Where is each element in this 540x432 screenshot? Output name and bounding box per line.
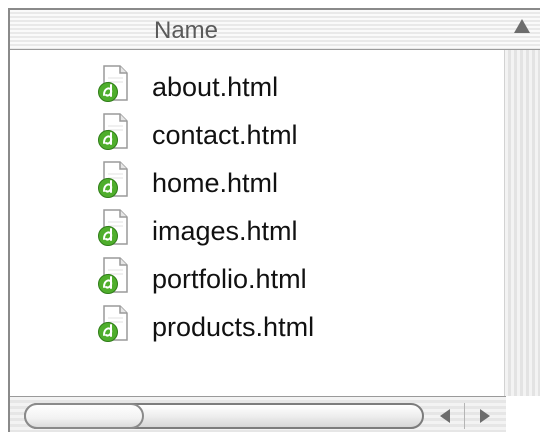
file-name-label: home.html: [152, 168, 279, 198]
file-list-item[interactable]: products.html: [10, 304, 506, 352]
file-name-label: portfolio.html: [152, 264, 307, 294]
file-name-label: about.html: [152, 72, 279, 102]
file-list-item[interactable]: contact.html: [10, 112, 506, 160]
dreamweaver-html-file-icon: [98, 209, 128, 246]
scroll-left-arrow-icon[interactable]: [440, 409, 450, 423]
file-list-item[interactable]: home.html: [10, 160, 506, 208]
dreamweaver-html-file-icon: [98, 161, 128, 198]
file-list-item[interactable]: portfolio.html: [10, 256, 506, 304]
dreamweaver-html-file-icon: [98, 305, 128, 342]
vertical-scrollbar-track[interactable]: [504, 50, 540, 396]
column-header-label: Name: [154, 17, 219, 44]
horizontal-scrollbar[interactable]: [10, 396, 506, 432]
file-list-item[interactable]: images.html: [10, 208, 506, 256]
file-name-label: products.html: [152, 312, 315, 342]
scrollbar-corner: [506, 396, 540, 432]
name-column-header[interactable]: Name: [10, 10, 540, 50]
dreamweaver-html-file-icon: [98, 257, 128, 294]
sort-ascending-icon[interactable]: [514, 19, 530, 33]
horizontal-scroll-thumb[interactable]: [24, 403, 144, 429]
file-name-label: contact.html: [152, 120, 298, 150]
dreamweaver-html-file-icon: [98, 65, 128, 102]
file-list: about.html contact.html home.html images.ht…: [10, 50, 506, 396]
scroll-right-arrow-icon[interactable]: [480, 409, 490, 423]
dreamweaver-html-file-icon: [98, 113, 128, 150]
scroll-arrow-divider: [464, 403, 465, 429]
file-name-label: images.html: [152, 216, 298, 246]
file-list-item[interactable]: about.html: [10, 64, 506, 112]
file-list-panel: Name about.html contact.html home.html imag…: [8, 8, 540, 432]
